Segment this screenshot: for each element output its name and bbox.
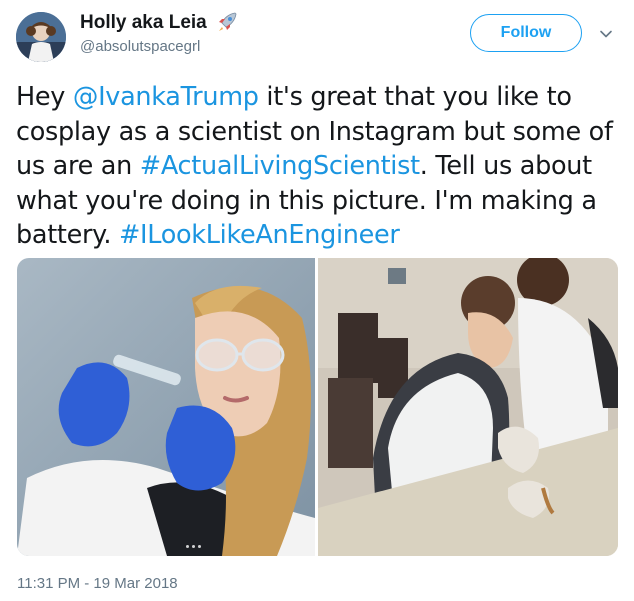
follow-button[interactable]: Follow	[470, 14, 582, 52]
tweet-text: Hey @IvankaTrump it's great that you lik…	[16, 80, 620, 253]
mention-link[interactable]: @IvankaTrump	[73, 82, 259, 112]
avatar[interactable]	[16, 12, 66, 62]
tweet-card: Holly aka Leia @absolutspacegrl Follow H…	[0, 0, 634, 601]
woman-in-lab-goggles-photo[interactable]	[17, 258, 315, 556]
photo-pager-dots	[186, 545, 201, 548]
display-name[interactable]: Holly aka Leia	[80, 12, 207, 34]
user-handle[interactable]: @absolutspacegrl	[80, 38, 200, 55]
pager-dot	[192, 545, 195, 548]
hashtag-link[interactable]: #ActualLivingScientist	[140, 151, 420, 181]
tweet-text-part: Hey	[16, 82, 73, 112]
photo-image	[17, 258, 315, 556]
pager-dot	[186, 545, 189, 548]
women-at-lab-bench-photo[interactable]	[318, 258, 618, 556]
hashtag-link[interactable]: #ILookLikeAnEngineer	[119, 220, 400, 250]
rocket-icon	[219, 12, 237, 31]
avatar-image	[16, 12, 66, 62]
tweet-timestamp[interactable]: 11:31 PM - 19 Mar 2018	[17, 575, 178, 592]
chevron-down-icon[interactable]	[598, 26, 614, 42]
pager-dot	[198, 545, 201, 548]
photo-image	[318, 258, 618, 556]
